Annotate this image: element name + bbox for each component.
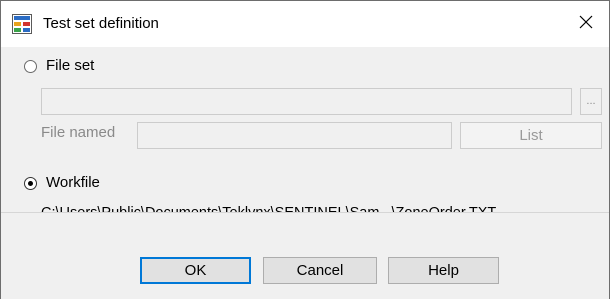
file-set-path-input[interactable] — [41, 88, 572, 115]
dialog-window: Test set definition File set ... File na… — [0, 0, 610, 299]
radio-selected-dot — [28, 181, 33, 186]
workfile-radio[interactable] — [24, 177, 37, 190]
close-icon — [579, 15, 593, 33]
list-button[interactable]: List — [460, 122, 602, 149]
workfile-label[interactable]: Workfile — [46, 174, 100, 191]
window-title: Test set definition — [43, 15, 159, 32]
test-set-app-icon — [12, 14, 32, 34]
close-button[interactable] — [563, 1, 609, 47]
file-set-radio[interactable] — [24, 60, 37, 73]
file-set-label[interactable]: File set — [46, 57, 94, 74]
button-bar: OK Cancel Help — [1, 212, 609, 299]
ok-button[interactable]: OK — [140, 257, 251, 284]
title-bar: Test set definition — [1, 1, 609, 47]
browse-button[interactable]: ... — [580, 88, 602, 115]
file-named-label: File named — [41, 124, 116, 141]
dialog-content: File set ... File named List Workfile C:… — [1, 47, 609, 221]
help-button[interactable]: Help — [388, 257, 499, 284]
file-named-input[interactable] — [137, 122, 452, 149]
cancel-button[interactable]: Cancel — [263, 257, 377, 284]
